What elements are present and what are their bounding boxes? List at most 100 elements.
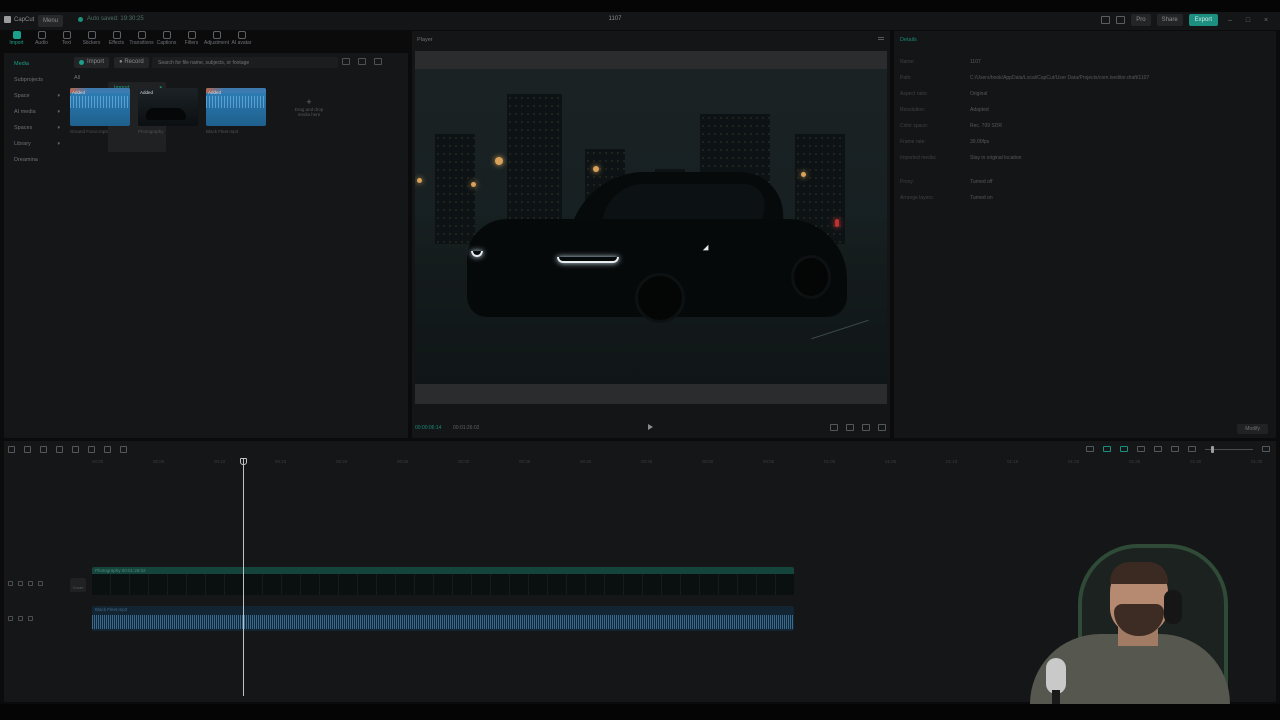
tab-filters[interactable]: Filters: [179, 31, 204, 51]
menu-button[interactable]: Menu: [38, 15, 64, 27]
chevron-down-icon: ▾: [57, 141, 60, 147]
chevron-down-icon: ▾: [57, 93, 60, 99]
detail-value: Turned on: [970, 195, 993, 201]
side-item-library[interactable]: Library ▾: [8, 138, 64, 150]
volume-icon[interactable]: [18, 616, 23, 621]
time-ruler[interactable]: 00:00 00:05 00:10 00:15 00:20 00:25 00:30 00:35…: [92, 459, 1272, 467]
more-icon[interactable]: [38, 581, 43, 586]
car-window: [602, 184, 768, 222]
side-item-label: AI media: [14, 109, 36, 115]
detail-key: Aspect ratio:: [900, 91, 928, 97]
maximize-icon[interactable]: □: [1242, 17, 1254, 24]
tab-audio[interactable]: Audio: [29, 31, 54, 51]
subtitle-icon[interactable]: [830, 424, 838, 431]
tool-tabs: Import Audio Text Stickers Effects Trans…: [4, 31, 254, 51]
snap-icon[interactable]: [1137, 446, 1145, 452]
tab-stickers[interactable]: Stickers: [79, 31, 104, 51]
shortcuts-icon[interactable]: [1116, 16, 1126, 24]
redo-icon[interactable]: [40, 446, 47, 453]
detail-value: C:/Users/book/AppData/Local/CapCut/User …: [970, 75, 1150, 81]
lock-icon[interactable]: [8, 581, 13, 586]
ruler-tick-label: 01:15: [1007, 459, 1019, 464]
trim-right-icon[interactable]: [88, 446, 95, 453]
video-preview[interactable]: [415, 51, 887, 404]
tab-import[interactable]: Import: [4, 31, 29, 51]
magnet-icon[interactable]: [1120, 446, 1128, 452]
side-item-subprojects[interactable]: Subprojects: [8, 74, 64, 86]
mic-icon[interactable]: [1086, 446, 1094, 452]
menu-icon[interactable]: [878, 37, 884, 40]
project-title: 1107: [608, 16, 622, 22]
side-item-spaces[interactable]: Spaces ▾: [8, 122, 64, 134]
side-item-space[interactable]: Space ▾: [8, 90, 64, 102]
more-icon[interactable]: [28, 616, 33, 621]
fullscreen-icon[interactable]: [878, 424, 886, 431]
tab-ai-avatar[interactable]: AI avatar: [229, 31, 254, 51]
media-item[interactable]: Added Ground Force.mp3: [70, 88, 130, 134]
playhead[interactable]: [243, 459, 244, 696]
close-icon[interactable]: ×: [1260, 17, 1272, 24]
zoom-in-icon[interactable]: [1262, 446, 1270, 452]
ruler-tick-label: 00:35: [519, 459, 531, 464]
select-icon[interactable]: [8, 446, 15, 453]
tab-effects[interactable]: Effects: [104, 31, 129, 51]
sort-icon[interactable]: [358, 58, 366, 65]
tab-adjustment[interactable]: Adjustment: [204, 31, 229, 51]
zoom-slider[interactable]: [1205, 445, 1253, 453]
minimize-icon[interactable]: –: [1224, 17, 1236, 24]
modify-button[interactable]: Modify: [1237, 424, 1268, 434]
tab-captions[interactable]: Captions: [154, 31, 179, 51]
side-item-media[interactable]: Media: [8, 58, 64, 70]
add-media-dropzone[interactable]: + Drag and drop media here: [288, 97, 330, 117]
record-button[interactable]: ● Record: [114, 57, 149, 68]
media-item-name: Black Fleet.mp3: [206, 129, 239, 134]
tab-transitions[interactable]: Transitions: [129, 31, 154, 51]
delete-icon[interactable]: [104, 446, 111, 453]
video-clip[interactable]: Photography 00:01:26:02: [92, 567, 794, 595]
zoom-slider-handle[interactable]: [1211, 445, 1214, 453]
eye-icon[interactable]: [18, 581, 23, 586]
preview-axis-icon[interactable]: [1154, 446, 1162, 452]
link-icon[interactable]: [1103, 446, 1111, 452]
undo-icon[interactable]: [24, 446, 31, 453]
total-timecode: 00:01:26:02: [453, 425, 480, 431]
media-search-input[interactable]: [152, 57, 338, 68]
play-icon[interactable]: [648, 424, 653, 430]
side-item-ai-media[interactable]: AI media ▾: [8, 106, 64, 118]
zoom-out-icon[interactable]: [1188, 446, 1196, 452]
tab-text[interactable]: Text: [54, 31, 79, 51]
split-icon[interactable]: [56, 446, 63, 453]
filter-icon[interactable]: [374, 58, 382, 65]
trim-left-icon[interactable]: [72, 446, 79, 453]
detail-key: Frame rate:: [900, 139, 926, 145]
export-button[interactable]: Export: [1188, 14, 1218, 26]
shield-icon[interactable]: [120, 446, 127, 453]
volume-icon[interactable]: [28, 581, 33, 586]
cover-button[interactable]: Cover: [70, 578, 86, 592]
media-panel: Import ▾ Media Subprojects Space ▾ AI medi…: [4, 53, 408, 438]
ruler-tick-label: 01:00: [824, 459, 836, 464]
tab-label: Text: [61, 40, 72, 46]
media-item[interactable]: Added Photography: [138, 88, 198, 134]
effects-icon: [112, 31, 121, 39]
detail-key: Arrange layers:: [900, 195, 934, 201]
import-button[interactable]: Import: [74, 57, 110, 68]
media-item[interactable]: Added Black Fleet.mp3: [206, 88, 266, 134]
fit-icon[interactable]: [846, 424, 854, 431]
audio-clip[interactable]: Black Fleet.mp3: [92, 606, 794, 631]
pro-button[interactable]: Pro: [1131, 14, 1151, 26]
side-item-dreamina[interactable]: Dreamina: [8, 154, 64, 166]
layout-icon[interactable]: [1101, 16, 1111, 24]
ruler-tick-label: 00:10: [214, 459, 226, 464]
share-button[interactable]: Share: [1156, 14, 1183, 26]
bokeh-light: [801, 172, 806, 177]
lock-icon[interactable]: [8, 616, 13, 621]
bokeh-light: [417, 178, 422, 183]
detail-key: Color space:: [900, 123, 929, 129]
captions-icon: [162, 31, 171, 39]
folder-icon[interactable]: [342, 58, 350, 65]
audio-icon: [37, 31, 46, 39]
ratio-icon[interactable]: [862, 424, 870, 431]
caption-icon[interactable]: [1171, 446, 1179, 452]
filter-all-label[interactable]: All: [74, 75, 80, 81]
